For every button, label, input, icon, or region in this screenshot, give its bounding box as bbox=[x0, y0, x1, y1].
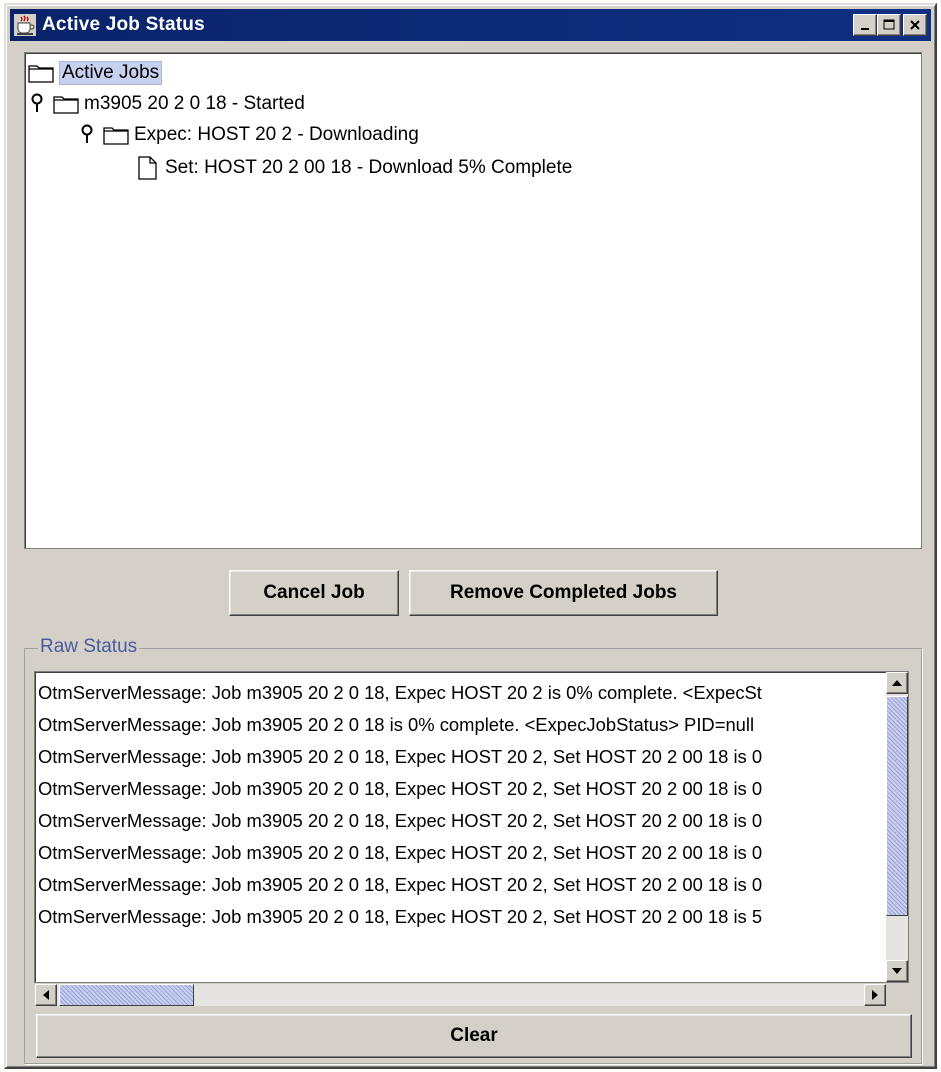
maximize-icon bbox=[883, 19, 895, 30]
tree-label-job: m3905 20 2 0 18 - Started bbox=[84, 93, 305, 114]
cancel-job-button[interactable]: Cancel Job bbox=[229, 570, 399, 616]
arrow-right-icon bbox=[872, 990, 878, 1000]
horizontal-scroll-thumb[interactable] bbox=[59, 984, 194, 1006]
folder-icon bbox=[53, 96, 79, 114]
raw-status-log[interactable]: OtmServerMessage: Job m3905 20 2 0 18, E… bbox=[34, 671, 909, 983]
tree-node-expec[interactable]: Expec: HOST 20 2 - Downloading bbox=[80, 120, 419, 150]
scrollbar-corner bbox=[886, 984, 908, 1006]
window-title: Active Job Status bbox=[42, 14, 205, 35]
log-line: OtmServerMessage: Job m3905 20 2 0 18, E… bbox=[38, 810, 763, 831]
scroll-down-button[interactable] bbox=[886, 960, 908, 982]
tree-label-expec: Expec: HOST 20 2 - Downloading bbox=[134, 124, 419, 145]
arrow-up-icon bbox=[892, 680, 902, 686]
arrow-down-icon bbox=[892, 968, 902, 974]
tree-node-active-jobs[interactable]: Active Jobs bbox=[28, 58, 163, 88]
scroll-up-button[interactable] bbox=[886, 672, 908, 694]
tree-label-active-jobs: Active Jobs bbox=[59, 61, 163, 85]
log-line: OtmServerMessage: Job m3905 20 2 0 18, E… bbox=[38, 842, 763, 863]
log-line: OtmServerMessage: Job m3905 20 2 0 18, E… bbox=[38, 746, 763, 767]
vertical-scroll-thumb[interactable] bbox=[886, 696, 908, 916]
log-line: OtmServerMessage: Job m3905 20 2 0 18 is… bbox=[38, 714, 755, 735]
remove-completed-jobs-button[interactable]: Remove Completed Jobs bbox=[409, 570, 718, 616]
folder-icon bbox=[103, 127, 129, 145]
tree-node-job[interactable]: m3905 20 2 0 18 - Started bbox=[30, 89, 305, 119]
log-line: OtmServerMessage: Job m3905 20 2 0 18, E… bbox=[38, 778, 763, 799]
horizontal-scrollbar[interactable] bbox=[35, 984, 886, 1006]
expand-handle-icon[interactable] bbox=[30, 93, 44, 115]
tree-label-set: Set: HOST 20 2 00 18 - Download 5% Compl… bbox=[165, 157, 573, 178]
scroll-left-button[interactable] bbox=[35, 984, 57, 1006]
arrow-left-icon bbox=[43, 990, 49, 1000]
scroll-right-button[interactable] bbox=[864, 984, 886, 1006]
log-line: OtmServerMessage: Job m3905 20 2 0 18, E… bbox=[38, 874, 763, 895]
close-icon bbox=[910, 20, 920, 30]
raw-status-title: Raw Status bbox=[38, 636, 140, 658]
minimize-icon bbox=[861, 28, 869, 30]
job-tree[interactable]: Active Jobs m3905 20 2 0 18 - Started Ex… bbox=[24, 52, 922, 549]
title-bar[interactable]: Active Job Status bbox=[10, 9, 931, 41]
minimize-button[interactable] bbox=[853, 14, 877, 36]
java-cup-icon bbox=[14, 14, 36, 36]
maximize-button[interactable] bbox=[877, 14, 901, 36]
folder-icon bbox=[28, 65, 54, 83]
expand-handle-icon[interactable] bbox=[80, 124, 94, 146]
log-line: OtmServerMessage: Job m3905 20 2 0 18, E… bbox=[38, 682, 762, 703]
document-icon bbox=[138, 156, 157, 180]
log-line: OtmServerMessage: Job m3905 20 2 0 18, E… bbox=[38, 906, 763, 927]
clear-button[interactable]: Clear bbox=[36, 1014, 912, 1058]
vertical-scrollbar[interactable] bbox=[886, 672, 908, 982]
close-button[interactable] bbox=[903, 14, 927, 36]
tree-node-set[interactable]: Set: HOST 20 2 00 18 - Download 5% Compl… bbox=[137, 153, 572, 183]
